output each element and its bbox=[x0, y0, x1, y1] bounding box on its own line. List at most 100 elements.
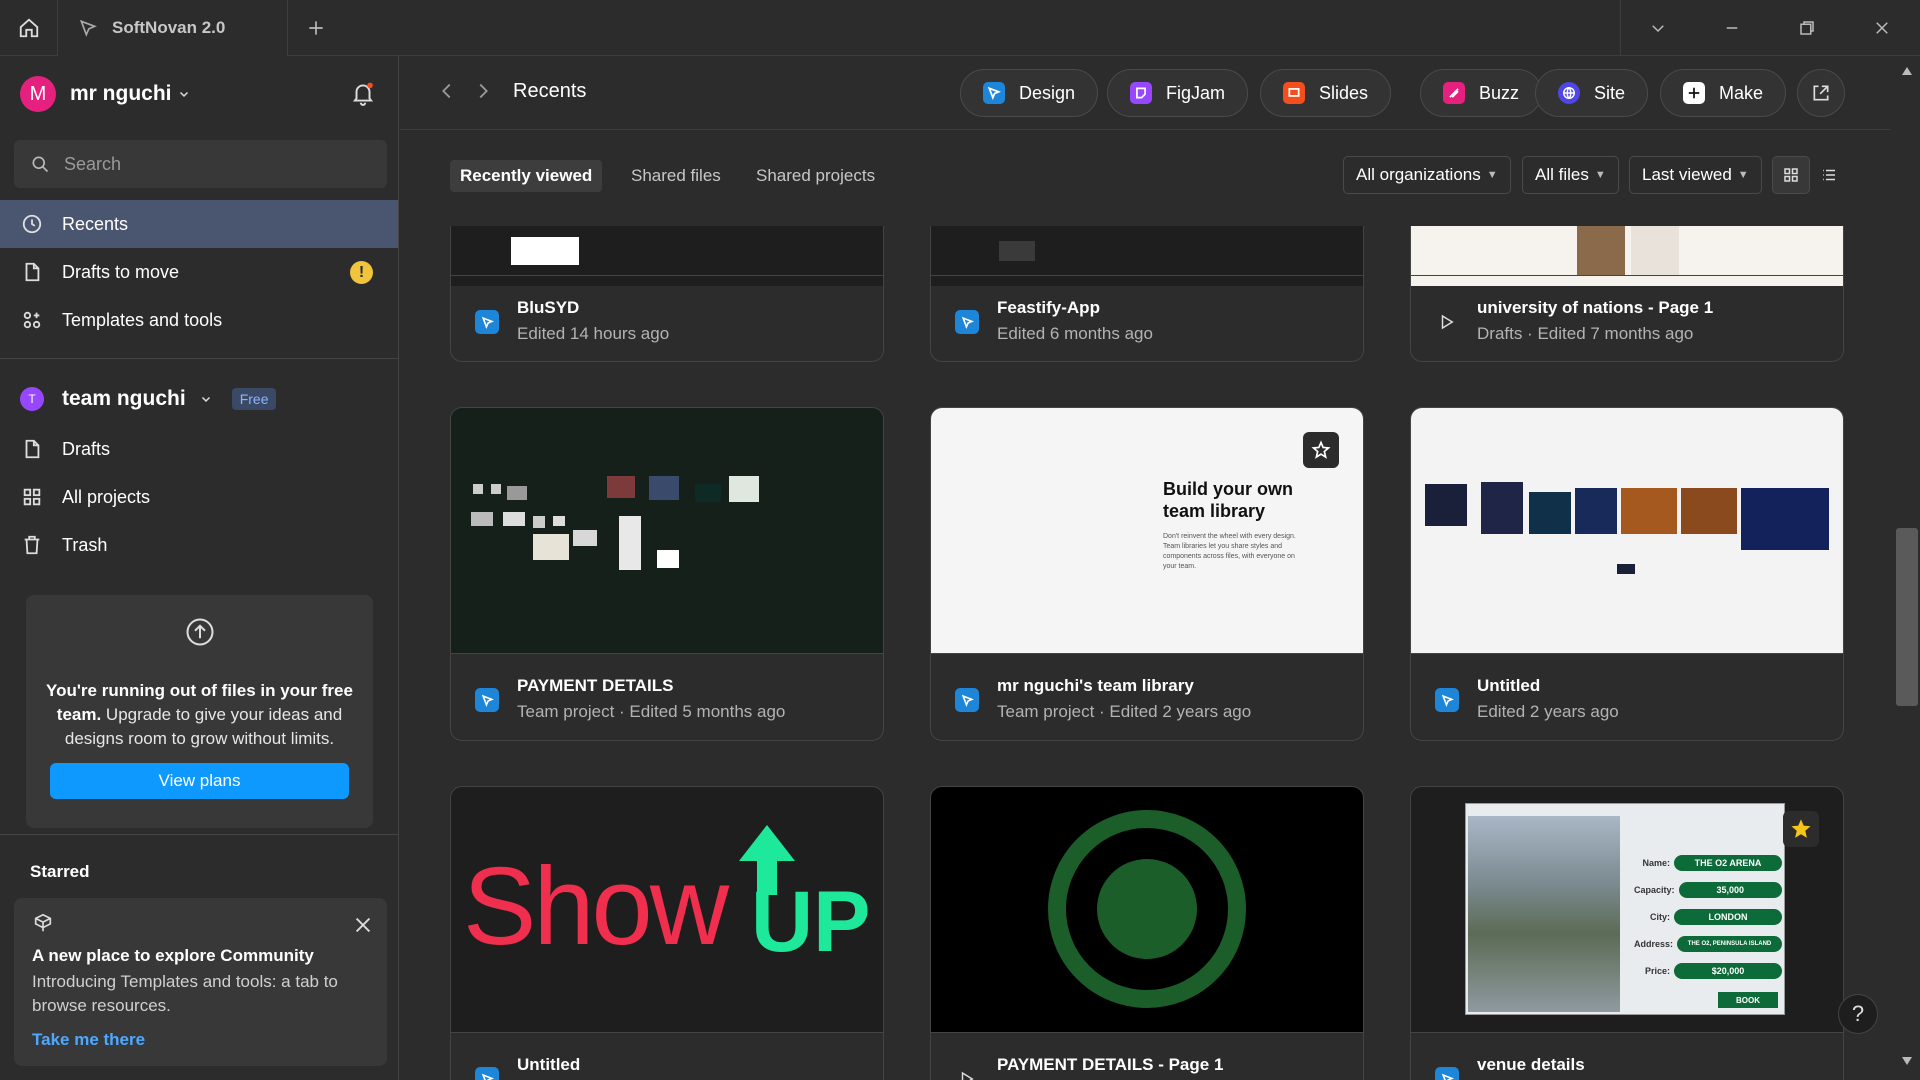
back-arrow-icon[interactable] bbox=[436, 80, 458, 102]
venue-fields: Name: THE O2 ARENA Capacity: 35,000 City: L… bbox=[1634, 852, 1782, 987]
thumbnail-frame bbox=[607, 476, 635, 498]
import-icon bbox=[1813, 85, 1829, 101]
clock-icon bbox=[20, 212, 44, 236]
team-name: team nguchi bbox=[62, 387, 186, 410]
up-arrow-icon bbox=[739, 825, 795, 895]
sidebar-item-all-projects[interactable]: All projects bbox=[0, 473, 398, 521]
thumbnail-heading: Build your own team library bbox=[1163, 479, 1293, 521]
organization-filter[interactable]: All organizations ▼ bbox=[1343, 156, 1511, 194]
mode-label: Buzz bbox=[1479, 82, 1520, 103]
breadcrumb: Recents bbox=[513, 80, 587, 102]
create-buzz-button[interactable]: Buzz bbox=[1420, 69, 1543, 117]
file-title: Untitled bbox=[517, 1055, 581, 1074]
favorite-button[interactable] bbox=[1303, 432, 1339, 468]
sidebar-item-recents[interactable]: Recents bbox=[0, 200, 398, 248]
play-icon bbox=[1435, 310, 1459, 334]
restore-button[interactable] bbox=[1770, 0, 1844, 56]
view-plans-button[interactable]: View plans bbox=[50, 763, 349, 799]
minimize-button[interactable] bbox=[1695, 0, 1769, 56]
sidebar-item-templates[interactable]: Templates and tools bbox=[0, 296, 398, 344]
notifications-button[interactable] bbox=[350, 80, 378, 108]
thumbnail-frame bbox=[1425, 484, 1467, 526]
file-info: PAYMENT DETAILS - Page 1 bbox=[931, 1032, 1363, 1080]
file-type-filter[interactable]: All files ▼ bbox=[1522, 156, 1619, 194]
community-card: A new place to explore Community Introdu… bbox=[14, 898, 387, 1066]
file-card[interactable]: PAYMENT DETAILS - Page 1 bbox=[930, 786, 1364, 1080]
file-thumbnail: Show UP bbox=[451, 787, 883, 1032]
sidebar: M mr nguchi Search Recents Drafts to mov… bbox=[0, 56, 399, 1080]
sort-filter[interactable]: Last viewed ▼ bbox=[1629, 156, 1762, 194]
forward-arrow-icon[interactable] bbox=[472, 80, 494, 102]
play-icon bbox=[955, 1067, 979, 1080]
file-card[interactable]: Name: THE O2 ARENA Capacity: 35,000 City: L… bbox=[1410, 786, 1844, 1080]
create-design-button[interactable]: Design bbox=[960, 69, 1099, 117]
new-tab-button[interactable] bbox=[288, 0, 344, 56]
create-slides-button[interactable]: Slides bbox=[1260, 69, 1392, 117]
file-thumbnail: Build your own team library Don't reinve… bbox=[931, 408, 1363, 653]
favorite-button[interactable] bbox=[1783, 811, 1819, 847]
home-button[interactable] bbox=[0, 0, 58, 56]
slides-icon bbox=[1283, 82, 1305, 104]
scrollbar-thumb[interactable] bbox=[1896, 528, 1918, 706]
mode-label: Slides bbox=[1319, 82, 1369, 103]
tabs-menu-button[interactable] bbox=[1620, 0, 1694, 56]
file-meta: Edited 2 years ago bbox=[1477, 702, 1619, 721]
tab-shared-files[interactable]: Shared files bbox=[621, 160, 731, 192]
sidebar-item-trash[interactable]: Trash bbox=[0, 521, 398, 569]
grid-icon bbox=[1784, 168, 1798, 182]
grid-view-button[interactable] bbox=[1772, 156, 1810, 194]
create-site-button[interactable]: Site bbox=[1535, 69, 1649, 117]
thumbnail-frame bbox=[1621, 488, 1677, 534]
tab-shared-projects[interactable]: Shared projects bbox=[746, 160, 885, 192]
design-icon bbox=[983, 82, 1005, 104]
figjam-icon bbox=[1130, 82, 1152, 104]
venue-value: THE O2, PENINSULA ISLAND bbox=[1677, 936, 1782, 952]
thumbnail-frame bbox=[491, 484, 501, 494]
community-body: Introducing Templates and tools: a tab t… bbox=[32, 972, 338, 1015]
sidebar-item-drafts-to-move[interactable]: Drafts to move ! bbox=[0, 248, 398, 296]
file-card[interactable]: Untitled Edited 2 years ago bbox=[1410, 407, 1844, 741]
create-make-button[interactable]: Make bbox=[1660, 69, 1787, 117]
thumbnail-frame bbox=[1575, 488, 1617, 534]
file-card[interactable]: PAYMENT DETAILS Team project · Edited 5 … bbox=[450, 407, 884, 741]
scroll-down-icon[interactable] bbox=[1901, 1056, 1913, 1066]
thumbnail-frame bbox=[1617, 564, 1635, 574]
file-card[interactable]: Show UP Untitled bbox=[450, 786, 884, 1080]
file-info: Untitled Edited 2 years ago bbox=[1411, 653, 1843, 740]
account-switcher[interactable]: M mr nguchi bbox=[20, 74, 190, 114]
create-figjam-button[interactable]: FigJam bbox=[1107, 69, 1249, 117]
restore-icon bbox=[1800, 21, 1814, 35]
search-input[interactable]: Search bbox=[14, 140, 387, 188]
bell-icon bbox=[352, 82, 374, 106]
templates-icon bbox=[20, 308, 44, 332]
file-card[interactable]: Build your own team library Don't reinve… bbox=[930, 407, 1364, 741]
file-info: BluSYD Edited 14 hours ago bbox=[451, 275, 883, 361]
design-file-icon bbox=[1435, 688, 1459, 712]
file-thumbnail bbox=[451, 408, 883, 653]
sidebar-item-drafts[interactable]: Drafts bbox=[0, 425, 398, 473]
file-title: mr nguchi's team library bbox=[997, 676, 1194, 695]
help-button[interactable]: ? bbox=[1838, 994, 1878, 1034]
thumbnail-frame bbox=[619, 516, 641, 570]
globe-icon bbox=[1558, 82, 1580, 104]
tab-recently-viewed[interactable]: Recently viewed bbox=[450, 160, 603, 192]
list-icon bbox=[1823, 169, 1835, 181]
close-community-button[interactable] bbox=[352, 914, 376, 938]
import-button[interactable] bbox=[1797, 69, 1845, 117]
thumbnail-frame bbox=[729, 476, 759, 502]
file-icon bbox=[20, 437, 44, 461]
sidebar-item-label: Drafts to move bbox=[62, 261, 180, 282]
team-switcher[interactable]: T team nguchi Free bbox=[20, 381, 277, 417]
search-icon bbox=[32, 156, 49, 173]
chevron-down-icon bbox=[1651, 25, 1664, 33]
close-window-button[interactable] bbox=[1845, 0, 1919, 56]
scroll-up-icon[interactable] bbox=[1901, 66, 1913, 76]
thumbnail-frame bbox=[649, 476, 679, 500]
venue-value: 35,000 bbox=[1678, 882, 1782, 898]
take-me-there-link[interactable]: Take me there bbox=[32, 1030, 145, 1050]
list-view-button[interactable] bbox=[1810, 156, 1848, 194]
file-title: Untitled bbox=[1477, 676, 1541, 695]
filter-label: Last viewed bbox=[1642, 165, 1732, 184]
tab-active[interactable]: SoftNovan 2.0 bbox=[58, 0, 288, 56]
mode-label: Site bbox=[1594, 82, 1626, 103]
